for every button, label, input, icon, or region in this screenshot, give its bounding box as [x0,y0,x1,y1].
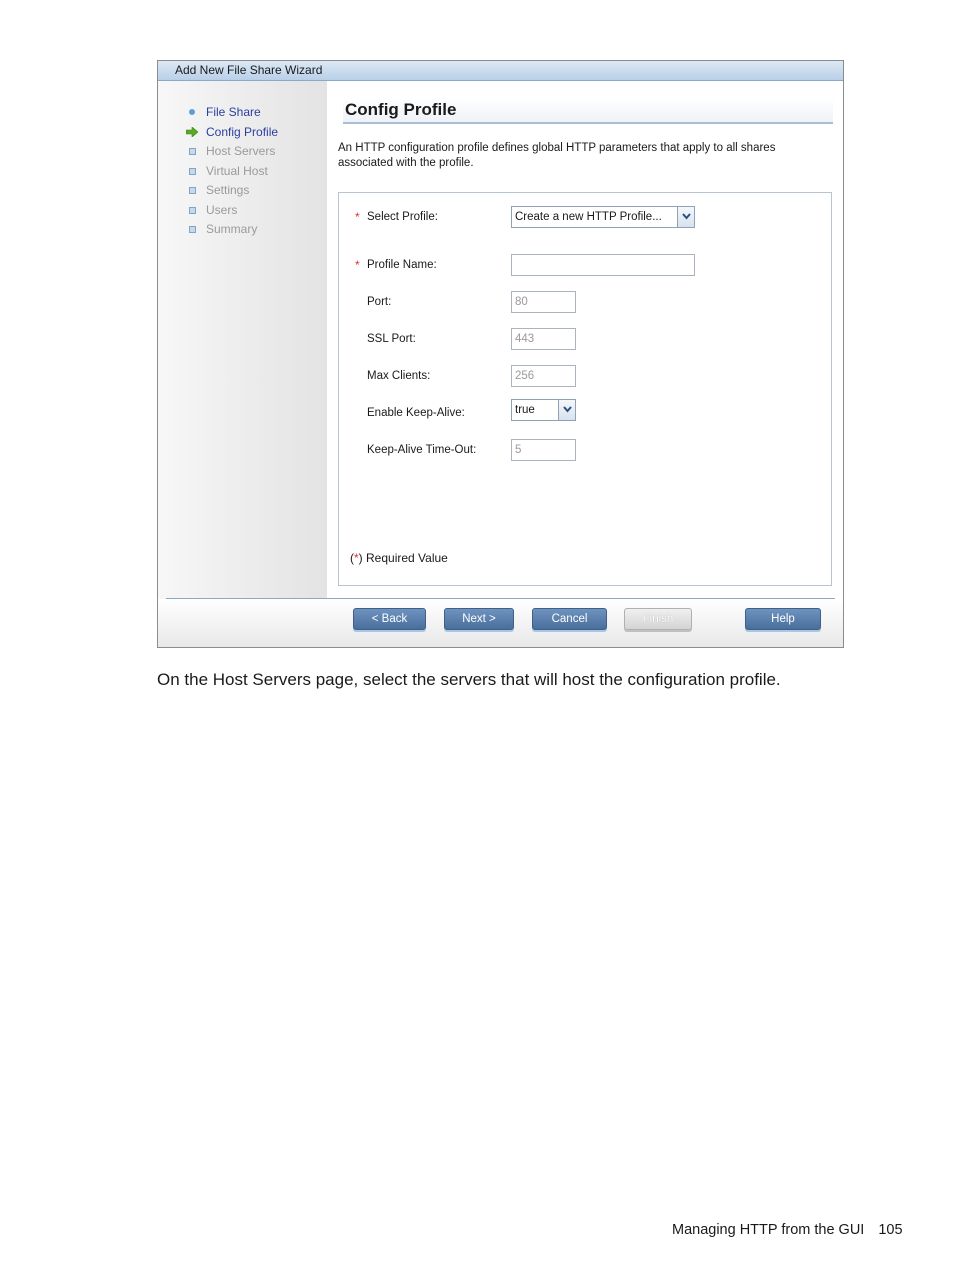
step-summary: Summary [186,221,257,237]
ssl-port-input[interactable]: 443 [511,328,576,350]
square-bullet-icon [186,221,206,237]
step-host-servers: Host Servers [186,143,275,159]
help-button[interactable]: Help [745,608,821,630]
square-bullet-icon [186,163,206,179]
required-value-note: (*) Required Value [350,551,448,565]
keep-alive-timeout-row: Keep-Alive Time-Out: 5 [339,438,831,462]
required-marker: * [355,258,360,272]
select-profile-value: Create a new HTTP Profile... [515,211,662,223]
max-clients-label: Max Clients: [367,370,431,382]
square-bullet-icon [186,182,206,198]
wizard-button-bar: < Back Next > Cancel Finish Help [158,599,843,647]
finish-button: Finish [624,608,692,630]
select-profile-label: Select Profile: [367,211,438,223]
step-file-share[interactable]: File Share [186,104,261,120]
bullet-dot-icon [186,104,206,120]
page-description: An HTTP configuration profile defines gl… [338,142,776,169]
step-label: Host Servers [206,144,276,158]
step-users: Users [186,202,237,218]
step-label: Virtual Host [206,164,268,178]
port-label: Port: [367,296,392,308]
required-marker: * [355,210,360,224]
step-label: Config Profile [206,125,279,139]
chevron-down-icon[interactable] [677,206,695,228]
config-form: * Select Profile: Create a new HTTP Prof… [338,192,832,586]
keep-alive-dropdown[interactable]: true [511,399,576,421]
page-number: 105 [878,1222,903,1238]
max-clients-input[interactable]: 256 [511,365,576,387]
ssl-port-label: SSL Port: [367,333,416,345]
square-bullet-icon [186,202,206,218]
step-label: File Share [206,105,261,119]
select-profile-dropdown[interactable]: Create a new HTTP Profile... [511,206,695,228]
green-arrow-icon [186,124,206,140]
keep-alive-timeout-label: Keep-Alive Time-Out: [367,444,477,456]
step-config-profile[interactable]: Config Profile [186,124,278,140]
wizard-title: Add New File Share Wizard [158,61,843,81]
wizard-dialog: Add New File Share Wizard File Share Con… [157,60,844,648]
required-note-text: ) Required Value [358,551,448,565]
max-clients-row: Max Clients: 256 [339,364,831,388]
wizard-content: Config Profile An HTTP configuration pro… [327,81,843,599]
cancel-button[interactable]: Cancel [532,608,607,630]
step-settings: Settings [186,182,249,198]
page-footer: Managing HTTP from the GUI 105 [672,1222,903,1238]
port-input[interactable]: 80 [511,291,576,313]
body-caption: On the Host Servers page, select the ser… [157,670,781,689]
port-row: Port: 80 [339,290,831,314]
footer-section-title: Managing HTTP from the GUI [672,1222,865,1238]
next-button[interactable]: Next > [444,608,514,630]
profile-name-label: Profile Name: [367,259,437,271]
keep-alive-timeout-input[interactable]: 5 [511,439,576,461]
page-title: Config Profile [343,98,833,124]
step-virtual-host: Virtual Host [186,163,268,179]
step-label: Summary [206,222,258,236]
chevron-down-icon[interactable] [558,399,576,421]
keep-alive-row: Enable Keep-Alive: true [339,399,831,425]
wizard-step-nav: File Share Config Profile Host Servers V… [158,81,327,599]
keep-alive-label: Enable Keep-Alive: [367,407,465,419]
step-label: Users [206,203,238,217]
profile-name-input[interactable] [511,254,695,276]
square-bullet-icon [186,143,206,159]
step-label: Settings [206,183,250,197]
select-profile-row: * Select Profile: Create a new HTTP Prof… [339,205,831,229]
keep-alive-value: true [515,404,535,416]
profile-name-row: * Profile Name: [339,253,831,277]
back-button[interactable]: < Back [353,608,426,630]
ssl-port-row: SSL Port: 443 [339,327,831,351]
